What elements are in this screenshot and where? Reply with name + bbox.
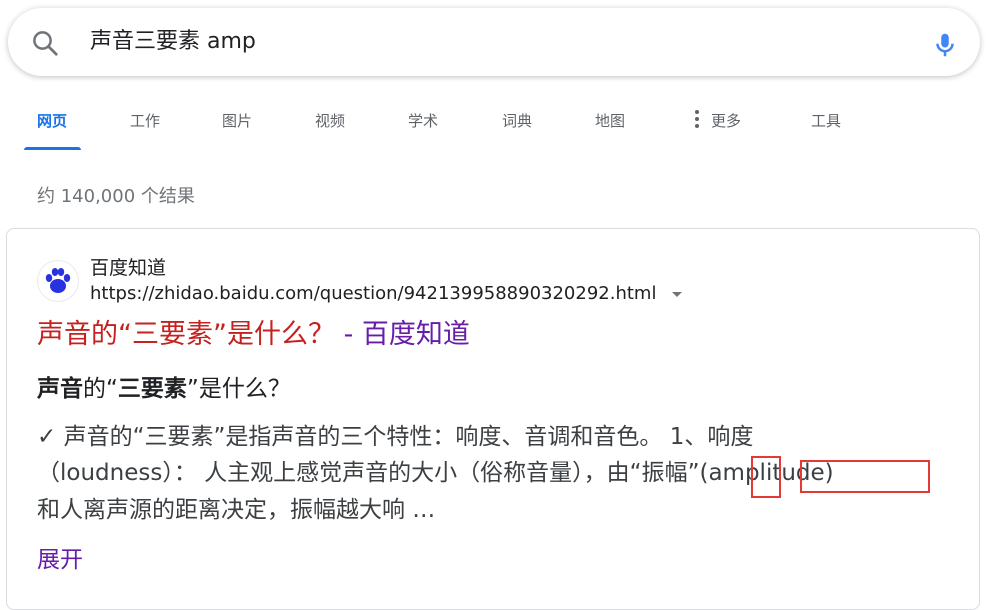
result-title-link[interactable]: 声音的“三要素”是什么？ - 百度知道 [37,317,470,353]
snippet-line-2: （loudness）： 人主观上感觉声音的大小（俗称音量），由“振幅”(ampl… [37,456,834,490]
snippet-line-2-b: ” [687,460,700,486]
heading-bold-2: 三要素 [117,376,187,402]
tab-images[interactable]: 图片 [222,110,252,131]
tab-dictionary[interactable]: 词典 [502,110,532,131]
snippet-line-1: ✓ 声音的“三要素”是指声音的三个特性：响度、音调和音色。 1、响度 [37,424,754,450]
search-input[interactable]: 声音三要素 amp [90,27,256,57]
tab-web[interactable]: 网页 [37,110,67,131]
heading-bold-1: 声音 [37,376,83,402]
microphone-icon[interactable] [930,30,960,60]
snippet-line-3: 和人离声源的距离决定，振幅越大响 … [37,497,436,523]
tab-maps[interactable]: 地图 [595,110,625,131]
result-title-part2[interactable]: - 百度知道 [335,319,470,350]
tab-work[interactable]: 工作 [130,110,160,131]
more-vertical-icon[interactable] [695,110,701,128]
expand-link[interactable]: 展开 [37,540,83,574]
site-name[interactable]: 百度知道 [90,253,166,280]
result-url[interactable]: https://zhidao.baidu.com/question/942139… [90,283,656,304]
tab-more[interactable]: 更多 [711,110,741,131]
baidu-paw-icon [37,260,79,302]
heading-mid: 的“ [83,376,118,402]
tab-videos[interactable]: 视频 [315,110,345,131]
snippet-highlight-1: 幅 [664,460,688,486]
search-icon[interactable] [30,28,60,58]
tab-academic[interactable]: 学术 [408,110,438,131]
result-stats: 约 140,000 个结果 [37,186,195,207]
active-tab-indicator [24,147,81,150]
heading-end: ”是什么？ [186,376,291,402]
tab-tools[interactable]: 工具 [811,110,841,131]
search-tabs: 网页 工作 图片 视频 学术 词典 地图 更多 工具 [0,96,990,152]
answer-heading: 声音的“三要素”是什么？ [37,372,291,406]
annotation-box-word [800,460,930,493]
url-menu-arrow-icon[interactable] [672,292,682,297]
annotation-box-char [751,456,781,498]
result-title-part1[interactable]: 声音的“三要素”是什么？ [37,319,335,350]
search-box[interactable]: 声音三要素 amp [8,8,980,76]
snippet-line-2-a: （loudness）： 人主观上感觉声音的大小（俗称音量），由“振 [37,460,665,486]
